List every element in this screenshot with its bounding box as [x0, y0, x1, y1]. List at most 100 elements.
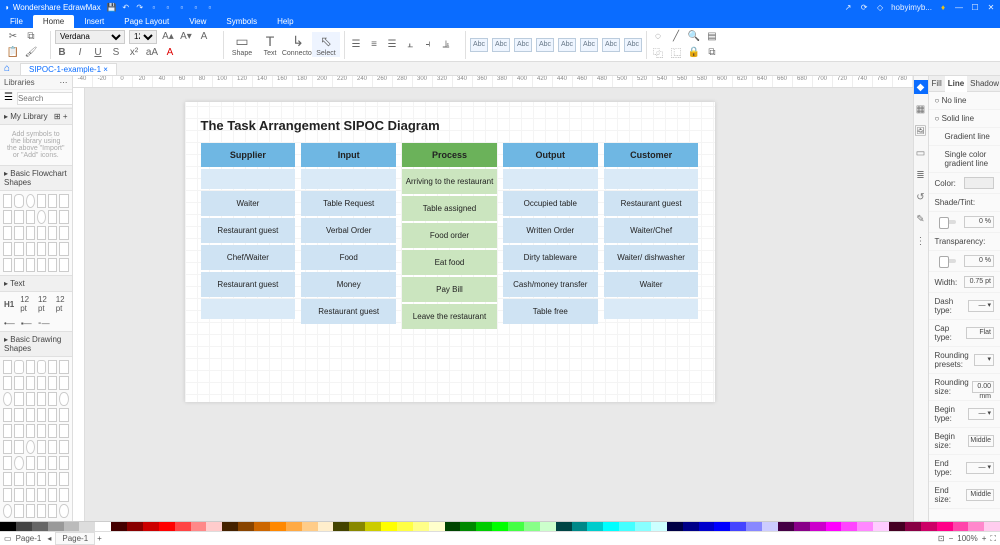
sipoc-cell[interactable]: Chef/Waiter	[201, 245, 296, 270]
color-swatch[interactable]	[159, 522, 175, 531]
color-swatch[interactable]	[667, 522, 683, 531]
begin-type-select[interactable]: — ▾	[968, 408, 994, 420]
color-swatch[interactable]	[48, 522, 64, 531]
color-swatch[interactable]	[889, 522, 905, 531]
align-bottom-icon[interactable]: ⫡	[439, 38, 453, 52]
sipoc-header[interactable]: Process	[402, 143, 497, 167]
sipoc-column[interactable]: CustomerRestaurant guestWaiter/ChefWaite…	[604, 143, 699, 329]
color-swatch[interactable]	[492, 522, 508, 531]
document-tab[interactable]: SIPOC-1-example-1 ×	[20, 63, 117, 75]
shape-item[interactable]	[3, 456, 12, 470]
shape-item[interactable]	[3, 488, 12, 502]
shape-item[interactable]	[37, 408, 46, 422]
comment-icon[interactable]: ✎	[914, 212, 928, 226]
shape-item[interactable]	[14, 456, 23, 470]
shape-item[interactable]	[3, 360, 12, 374]
arrange-icon[interactable]: ⧉	[705, 46, 719, 60]
color-swatch[interactable]	[79, 522, 95, 531]
decrease-font-icon[interactable]: A▾	[179, 30, 193, 44]
cut-icon[interactable]: ✂	[6, 30, 20, 44]
shape-item[interactable]	[48, 360, 57, 374]
sipoc-column[interactable]: InputTable RequestVerbal OrderFoodMoneyR…	[301, 143, 396, 329]
strike-icon[interactable]: S	[109, 46, 123, 60]
superscript-icon[interactable]: x²	[127, 46, 141, 60]
sipoc-cell[interactable]	[201, 299, 296, 319]
font-color-icon[interactable]: A	[163, 46, 177, 60]
save-icon[interactable]: 💾	[107, 2, 117, 12]
font-preset[interactable]: 12 pt	[56, 295, 68, 313]
shape-item[interactable]	[37, 258, 46, 272]
shape-item[interactable]	[48, 424, 57, 438]
group-icon[interactable]: ⿻	[651, 46, 665, 60]
color-swatch[interactable]	[857, 522, 873, 531]
sipoc-header[interactable]: Output	[503, 143, 598, 167]
drawing-shapes-section[interactable]: ▸ Basic Drawing Shapes	[0, 331, 72, 357]
shape-item[interactable]	[14, 360, 23, 374]
tab-shadow[interactable]: Shadow	[967, 76, 1000, 92]
shade-value[interactable]: 0 %	[964, 216, 994, 228]
color-swatch[interactable]	[810, 522, 826, 531]
color-swatch[interactable]	[191, 522, 207, 531]
color-swatch[interactable]	[699, 522, 715, 531]
sipoc-column[interactable]: SupplierWaiterRestaurant guestChef/Waite…	[201, 143, 296, 329]
round-size-value[interactable]: 0.00 mm	[972, 381, 994, 393]
color-swatch[interactable]	[381, 522, 397, 531]
select-button[interactable]: ⬁Select	[312, 32, 340, 57]
subscript-icon[interactable]: aA	[145, 46, 159, 60]
color-swatch[interactable]	[873, 522, 889, 531]
shape-item[interactable]	[48, 376, 57, 390]
shape-item[interactable]	[37, 504, 46, 518]
shape-item[interactable]	[3, 504, 12, 518]
bullet-preset[interactable]: ⁃—	[38, 319, 50, 328]
qat-icon[interactable]: ▫	[149, 2, 159, 12]
username[interactable]: hobyimyb...	[891, 2, 932, 12]
sipoc-cell[interactable]: Restaurant guest	[201, 272, 296, 297]
shape-item[interactable]	[14, 210, 23, 224]
shape-item[interactable]	[3, 194, 12, 208]
color-swatch[interactable]	[714, 522, 730, 531]
color-swatch[interactable]	[683, 522, 699, 531]
opt-no-line[interactable]: ○ No line	[929, 92, 1000, 110]
style-gallery[interactable]: Abc Abc Abc Abc Abc Abc Abc Abc	[470, 38, 642, 52]
opt-single-gradient[interactable]: Single color gradient line	[929, 146, 1000, 173]
shape-item[interactable]	[26, 194, 35, 208]
color-swatch[interactable]	[476, 522, 492, 531]
color-swatch[interactable]	[127, 522, 143, 531]
shape-item[interactable]	[3, 392, 12, 406]
opt-gradient-line[interactable]: Gradient line	[929, 128, 1000, 146]
more-icon[interactable]: ⋮	[914, 234, 928, 248]
shape-item[interactable]	[48, 440, 57, 454]
shape-item[interactable]	[37, 456, 46, 470]
sipoc-cell[interactable]	[201, 169, 296, 189]
page[interactable]: The Task Arrangement SIPOC Diagram Suppl…	[185, 102, 715, 402]
align-middle-icon[interactable]: ⫞	[421, 38, 435, 52]
sipoc-cell[interactable]: Money	[301, 272, 396, 297]
shade-slider[interactable]	[939, 220, 957, 224]
shape-item[interactable]	[37, 226, 46, 240]
color-swatch[interactable]	[95, 522, 111, 531]
sipoc-cell[interactable]: Occupied table	[503, 191, 598, 216]
sipoc-cell[interactable]: Table Request	[301, 191, 396, 216]
width-value[interactable]: 0.75 pt	[964, 276, 994, 288]
sipoc-column[interactable]: OutputOccupied tableWritten OrderDirty t…	[503, 143, 598, 329]
shape-item[interactable]	[59, 440, 68, 454]
color-swatch[interactable]	[524, 522, 540, 531]
shape-item[interactable]	[14, 226, 23, 240]
search-input[interactable]	[17, 92, 73, 105]
color-swatch[interactable]	[964, 177, 994, 189]
ungroup-icon[interactable]: ⿺	[669, 46, 683, 60]
color-swatch[interactable]	[905, 522, 921, 531]
line-icon[interactable]: ╱	[669, 30, 683, 44]
shape-item[interactable]	[14, 424, 23, 438]
color-swatch[interactable]	[111, 522, 127, 531]
tab-symbols[interactable]: Symbols	[216, 15, 267, 28]
shape-item[interactable]	[59, 376, 68, 390]
page-tab[interactable]: Page-1	[55, 532, 95, 545]
shape-item[interactable]	[26, 424, 35, 438]
color-swatch[interactable]	[460, 522, 476, 531]
sipoc-column[interactable]: ProcessArriving to the restaurantTable a…	[402, 143, 497, 329]
shape-item[interactable]	[48, 392, 57, 406]
shape-item[interactable]	[37, 424, 46, 438]
shape-item[interactable]	[14, 392, 23, 406]
sipoc-cell[interactable]: Waiter	[604, 272, 699, 297]
